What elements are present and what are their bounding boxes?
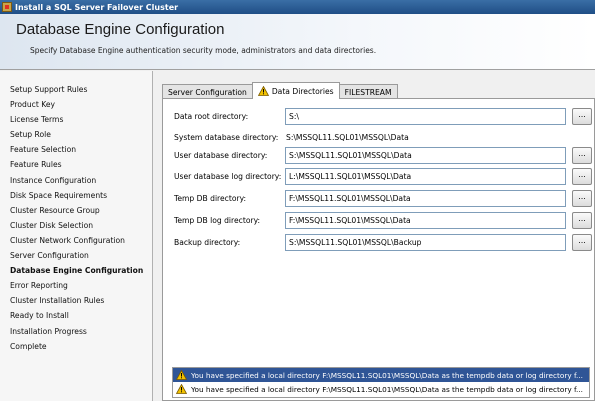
system-db-label: System database directory:	[174, 133, 279, 142]
step-cluster-installation-rules[interactable]: Cluster Installation Rules	[0, 293, 152, 308]
step-disk-space-requirements[interactable]: Disk Space Requirements	[0, 188, 152, 203]
tab-strip: Server Configuration Data Directories FI…	[162, 82, 398, 99]
warning-icon	[257, 86, 269, 96]
tab-filestream[interactable]: FILESTREAM	[338, 84, 398, 99]
user-db-label: User database directory:	[174, 151, 268, 160]
warning-icon	[176, 384, 187, 394]
backup-row: Backup directory: S:\MSSQL11.SQL01\MSSQL…	[163, 234, 595, 251]
window-title-bar: Install a SQL Server Failover Cluster	[0, 0, 595, 14]
step-cluster-disk-selection[interactable]: Cluster Disk Selection	[0, 218, 152, 233]
user-db-input[interactable]: S:\MSSQL11.SQL01\MSSQL\Data	[285, 147, 566, 164]
temp-db-log-label: Temp DB log directory:	[174, 216, 261, 225]
backup-browse-button[interactable]: ...	[572, 234, 592, 251]
user-db-log-input[interactable]: L:\MSSQL11.SQL01\MSSQL\Data	[285, 168, 566, 185]
step-setup-support-rules[interactable]: Setup Support Rules	[0, 82, 152, 97]
warning-message[interactable]: You have specified a local directory F:\…	[173, 382, 589, 396]
data-root-label: Data root directory:	[174, 112, 249, 121]
step-ready-to-install[interactable]: Ready to Install	[0, 308, 152, 323]
warning-text: You have specified a local directory F:\…	[191, 370, 583, 380]
backup-label: Backup directory:	[174, 238, 241, 247]
data-directories-panel: Data root directory: S:\ ... System data…	[162, 98, 595, 401]
step-installation-progress[interactable]: Installation Progress	[0, 324, 152, 339]
step-error-reporting[interactable]: Error Reporting	[0, 278, 152, 293]
user-db-log-label: User database log directory:	[174, 172, 282, 181]
data-root-browse-button[interactable]: ...	[572, 108, 592, 125]
warning-icon	[176, 370, 187, 380]
step-cluster-resource-group[interactable]: Cluster Resource Group	[0, 203, 152, 218]
page-header: Database Engine Configuration Specify Da…	[0, 14, 595, 70]
warning-text: You have specified a local directory F:\…	[191, 384, 583, 394]
backup-input[interactable]: S:\MSSQL11.SQL01\MSSQL\Backup	[285, 234, 566, 251]
tab-data-directories[interactable]: Data Directories	[251, 82, 340, 99]
user-db-row: User database directory: S:\MSSQL11.SQL0…	[163, 147, 595, 164]
system-db-row: System database directory: S:\MSSQL11.SQ…	[163, 129, 595, 146]
temp-db-log-input[interactable]: F:\MSSQL11.SQL01\MSSQL\Data	[285, 212, 566, 229]
user-db-log-row: User database log directory: L:\MSSQL11.…	[163, 168, 595, 185]
data-root-row: Data root directory: S:\ ...	[163, 108, 595, 125]
page-subtitle: Specify Database Engine authentication s…	[30, 46, 377, 55]
step-database-engine-configuration[interactable]: Database Engine Configuration	[0, 263, 152, 278]
data-root-input[interactable]: S:\	[285, 108, 566, 125]
temp-db-input[interactable]: F:\MSSQL11.SQL01\MSSQL\Data	[285, 190, 566, 207]
warnings-list[interactable]: You have specified a local directory F:\…	[172, 367, 590, 398]
step-cluster-network-configuration[interactable]: Cluster Network Configuration	[0, 233, 152, 248]
wizard-steps-sidebar: Setup Support Rules Product Key License …	[0, 71, 153, 401]
sql-setup-app-icon	[2, 2, 12, 12]
system-db-value: S:\MSSQL11.SQL01\MSSQL\Data	[286, 133, 409, 142]
tab-label: Data Directories	[271, 86, 334, 96]
user-db-browse-button[interactable]: ...	[572, 147, 592, 164]
page-title: Database Engine Configuration	[16, 21, 225, 38]
tab-label: Server Configuration	[168, 87, 247, 97]
user-db-log-browse-button[interactable]: ...	[572, 168, 592, 185]
step-feature-rules[interactable]: Feature Rules	[0, 157, 152, 172]
temp-db-browse-button[interactable]: ...	[572, 190, 592, 207]
step-license-terms[interactable]: License Terms	[0, 112, 152, 127]
tab-label: FILESTREAM	[344, 87, 392, 97]
main-content: Server Configuration Data Directories FI…	[154, 71, 595, 401]
step-setup-role[interactable]: Setup Role	[0, 127, 152, 142]
temp-db-label: Temp DB directory:	[174, 194, 247, 203]
step-feature-selection[interactable]: Feature Selection	[0, 142, 152, 157]
step-instance-configuration[interactable]: Instance Configuration	[0, 173, 152, 188]
temp-db-row: Temp DB directory: F:\MSSQL11.SQL01\MSSQ…	[163, 190, 595, 207]
step-server-configuration[interactable]: Server Configuration	[0, 248, 152, 263]
temp-db-log-browse-button[interactable]: ...	[572, 212, 592, 229]
step-product-key[interactable]: Product Key	[0, 97, 152, 112]
tab-server-configuration[interactable]: Server Configuration	[162, 84, 253, 99]
step-complete[interactable]: Complete	[0, 339, 152, 354]
warning-message[interactable]: You have specified a local directory F:\…	[173, 368, 589, 382]
window-title: Install a SQL Server Failover Cluster	[15, 2, 179, 12]
temp-db-log-row: Temp DB log directory: F:\MSSQL11.SQL01\…	[163, 212, 595, 229]
